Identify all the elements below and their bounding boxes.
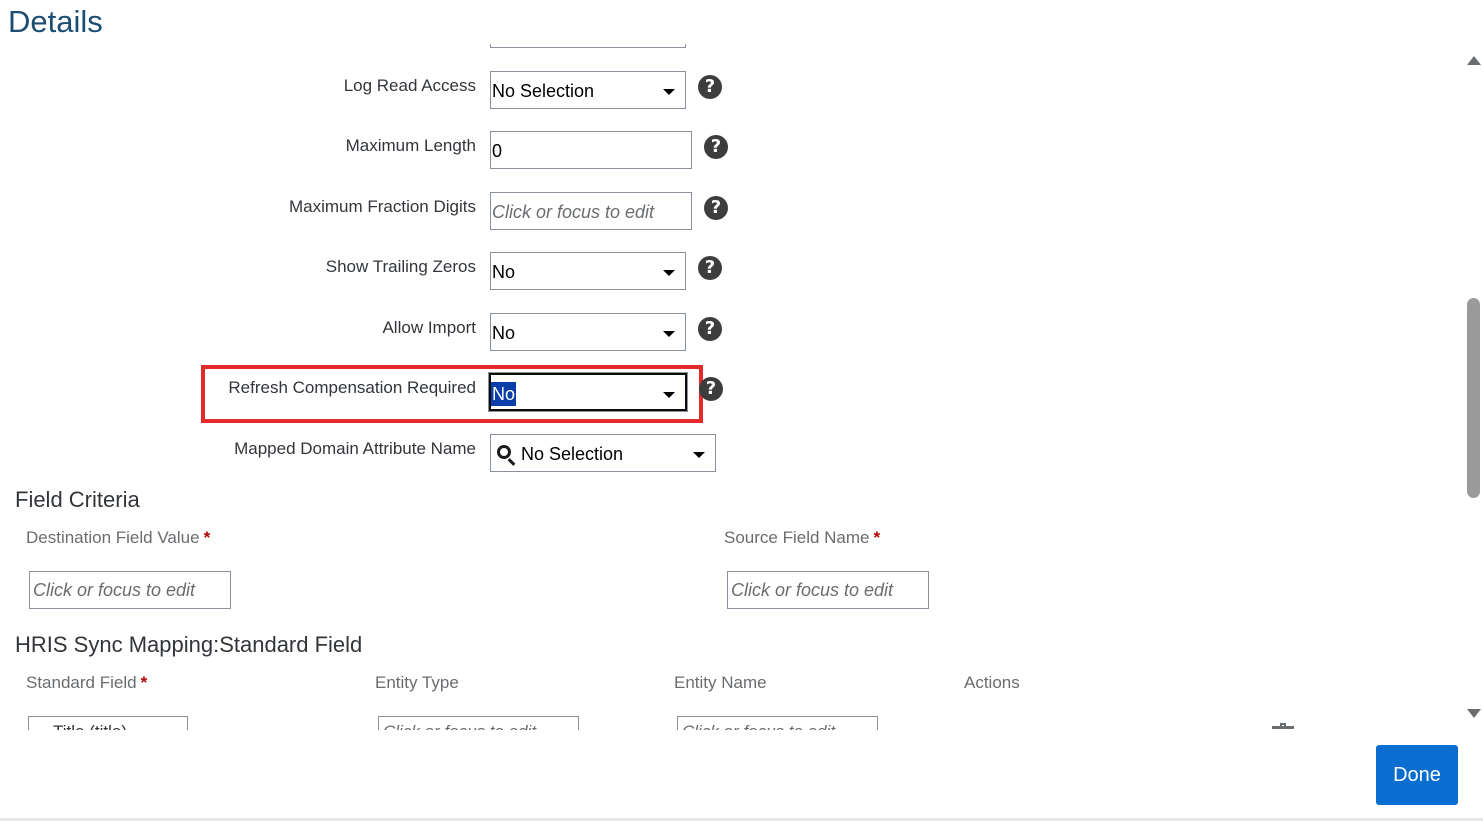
help-icon[interactable]: ? xyxy=(704,196,728,220)
trash-lid xyxy=(1272,726,1294,729)
chevron-down-icon xyxy=(663,270,675,276)
scroll-up-arrow-icon[interactable] xyxy=(1467,56,1481,65)
row-log-read-access: Log Read Access No Selection ? xyxy=(0,71,760,111)
label-refresh-compensation-required: Refresh Compensation Required xyxy=(228,378,476,397)
label-show-trailing-zeros: Show Trailing Zeros xyxy=(325,257,476,276)
row-refresh-compensation-required: Refresh Compensation Required No ? xyxy=(0,373,760,413)
refresh-compensation-required-select[interactable]: No xyxy=(489,373,687,411)
help-icon[interactable]: ? xyxy=(698,317,722,341)
mapped-domain-attribute-lookup[interactable]: No Selection xyxy=(490,434,716,472)
required-asterisk: * xyxy=(140,673,148,692)
partial-field-above[interactable] xyxy=(490,44,686,48)
select-value: No xyxy=(492,262,516,282)
destination-field-value-label: Destination Field Value * xyxy=(26,528,210,548)
row-allow-import: Allow Import No ? xyxy=(0,313,760,353)
scrollbar-thumb[interactable] xyxy=(1467,298,1480,498)
source-field-name-input[interactable]: Click or focus to edit xyxy=(727,571,929,609)
lookup-value: No Selection xyxy=(521,444,624,464)
select-value: No xyxy=(492,323,516,343)
row-maximum-length: Maximum Length 0 ? xyxy=(0,131,760,171)
trash-icon[interactable] xyxy=(1272,722,1294,730)
show-trailing-zeros-select[interactable]: No xyxy=(490,252,686,290)
dialog-footer: Done xyxy=(0,730,1483,821)
label-maximum-length: Maximum Length xyxy=(345,136,476,155)
chevron-down-icon xyxy=(663,331,675,337)
label-text: Destination Field Value xyxy=(26,528,200,547)
log-read-access-select[interactable]: No Selection xyxy=(490,71,686,109)
entity-name-placeholder: Click or focus to edit xyxy=(682,722,835,730)
entity-name-input[interactable]: Click or focus to edit xyxy=(677,716,878,730)
allow-import-select[interactable]: No xyxy=(490,313,686,351)
maximum-fraction-digits-input[interactable]: Click or focus to edit xyxy=(490,192,692,230)
entity-type-input[interactable]: Click or focus to edit xyxy=(378,716,579,730)
hris-sync-mapping-title: HRIS Sync Mapping:Standard Field xyxy=(15,632,363,657)
standard-field-column-header: Standard Field * xyxy=(26,673,147,693)
row-maximum-fraction-digits: Maximum Fraction Digits Click or focus t… xyxy=(0,192,760,232)
label-text: Standard Field xyxy=(26,673,137,692)
label-text: Source Field Name xyxy=(724,528,870,547)
maximum-length-input[interactable]: 0 xyxy=(490,131,692,169)
chevron-down-icon xyxy=(693,452,705,458)
destination-field-value-input[interactable]: Click or focus to edit xyxy=(29,571,231,609)
help-icon[interactable]: ? xyxy=(698,256,722,280)
row-show-trailing-zeros: Show Trailing Zeros No ? xyxy=(0,252,760,292)
vertical-scrollbar[interactable] xyxy=(1466,44,1483,730)
help-icon[interactable]: ? xyxy=(698,75,722,99)
entity-name-column-header: Entity Name xyxy=(674,673,767,692)
required-asterisk: * xyxy=(203,528,211,547)
details-scroll-area[interactable]: Log Read Access No Selection ? Maximum L… xyxy=(0,44,1466,730)
search-icon xyxy=(497,445,511,459)
field-criteria-title: Field Criteria xyxy=(15,487,140,512)
required-asterisk: * xyxy=(873,528,881,547)
select-value: No xyxy=(491,382,517,406)
help-icon[interactable]: ? xyxy=(699,377,723,401)
label-allow-import: Allow Import xyxy=(382,318,476,337)
help-icon[interactable]: ? xyxy=(704,135,728,159)
label-maximum-fraction-digits: Maximum Fraction Digits xyxy=(288,197,476,216)
standard-field-lookup[interactable]: Title (title) xyxy=(28,716,188,730)
chevron-down-icon xyxy=(663,392,675,398)
row-mapped-domain-attribute-name: Mapped Domain Attribute Name No Selectio… xyxy=(0,434,760,474)
done-button[interactable]: Done xyxy=(1376,745,1458,805)
label-log-read-access: Log Read Access xyxy=(343,76,476,95)
source-field-name-label: Source Field Name * xyxy=(724,528,880,548)
standard-field-value: Title (title) xyxy=(53,722,127,730)
entity-type-column-header: Entity Type xyxy=(375,673,459,692)
actions-column-header: Actions xyxy=(964,673,1020,692)
select-value: No Selection xyxy=(492,81,595,101)
entity-type-placeholder: Click or focus to edit xyxy=(383,722,536,730)
scroll-down-arrow-icon[interactable] xyxy=(1467,709,1481,718)
page-title: Details xyxy=(8,4,103,39)
chevron-down-icon xyxy=(663,89,675,95)
label-mapped-domain-attribute-name: Mapped Domain Attribute Name xyxy=(234,439,476,458)
